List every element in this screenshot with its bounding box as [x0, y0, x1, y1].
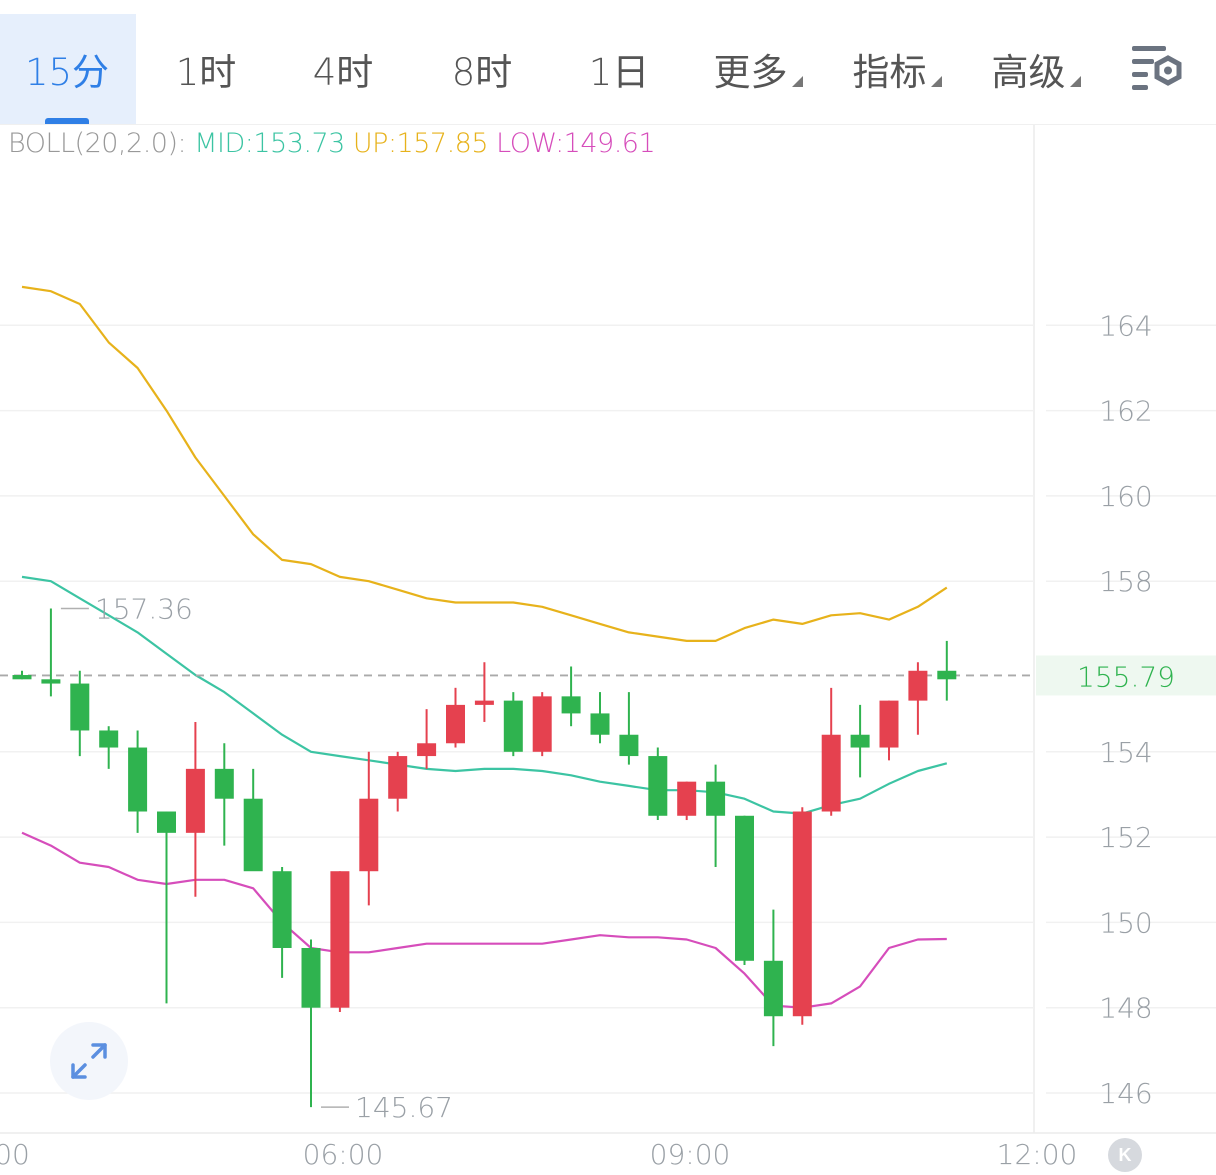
candle-body-up [677, 781, 697, 816]
y-tick-label: 152 [1099, 821, 1152, 854]
boll-upper-line [21, 285, 948, 643]
candle-body-down [648, 756, 668, 816]
candle-body-up [330, 871, 350, 1008]
candle-body-down [735, 815, 754, 961]
candle-body-down [272, 871, 292, 948]
y-tick-label: 146 [1099, 1077, 1152, 1110]
candle-body-down [763, 960, 783, 1017]
candle-body-down [590, 713, 610, 735]
candle-body-down [99, 730, 119, 748]
candle-body-up [446, 704, 465, 744]
candle-body-down [619, 734, 639, 757]
candle-body-down [850, 734, 870, 748]
candle-body-up [821, 734, 841, 812]
candle-body-up [532, 696, 552, 752]
candle-body-down [70, 683, 90, 731]
y-tick-label: 162 [1099, 395, 1152, 428]
y-tick-label: 160 [1099, 480, 1152, 513]
candle-body-down [157, 811, 176, 833]
x-tick-label: 00 [0, 1138, 30, 1171]
y-tick-label: 154 [1099, 736, 1152, 769]
candlestick-chart[interactable]: 164 162 160 158 154 152 150 148 146 00 06:00 09:00 1… [0, 0, 1216, 1175]
x-tick-label: 06:00 [303, 1138, 384, 1171]
current-price-label: 155.79 [1077, 660, 1175, 693]
candle-body-up [185, 768, 205, 833]
expand-button[interactable] [50, 1022, 128, 1100]
candle-body-down [12, 675, 32, 680]
x-tick-label: 09:00 [650, 1138, 731, 1171]
y-tick-label: 150 [1099, 906, 1152, 939]
max-price-annotation: 157.36 [95, 592, 193, 625]
candle-body-down [214, 768, 234, 799]
candle-body-up [359, 798, 379, 872]
y-tick-label: 158 [1099, 565, 1152, 598]
candle-body-down [301, 947, 321, 1008]
candle-body-down [41, 679, 61, 684]
y-tick-label: 148 [1099, 992, 1152, 1025]
k-line-button[interactable]: K [1108, 1138, 1142, 1172]
min-price-annotation: 145.67 [355, 1091, 453, 1124]
candle-body-up [388, 756, 408, 799]
candle-body-down [937, 670, 957, 680]
candle-body-up [792, 811, 812, 1017]
candle-body-up [879, 700, 899, 748]
candle-body-up [908, 670, 928, 701]
candle-body-down [128, 747, 148, 812]
x-tick-label: 12:00 [997, 1138, 1078, 1171]
candle-body-up [417, 743, 437, 757]
k-icon: K [1118, 1144, 1132, 1165]
expand-icon [71, 1043, 107, 1079]
candle-body-down [706, 781, 726, 816]
candle-body-down [503, 700, 523, 752]
candle-body-down [243, 798, 263, 872]
candle-body-up [474, 700, 494, 705]
candle-body-down [561, 696, 581, 714]
y-tick-label: 164 [1099, 309, 1152, 342]
